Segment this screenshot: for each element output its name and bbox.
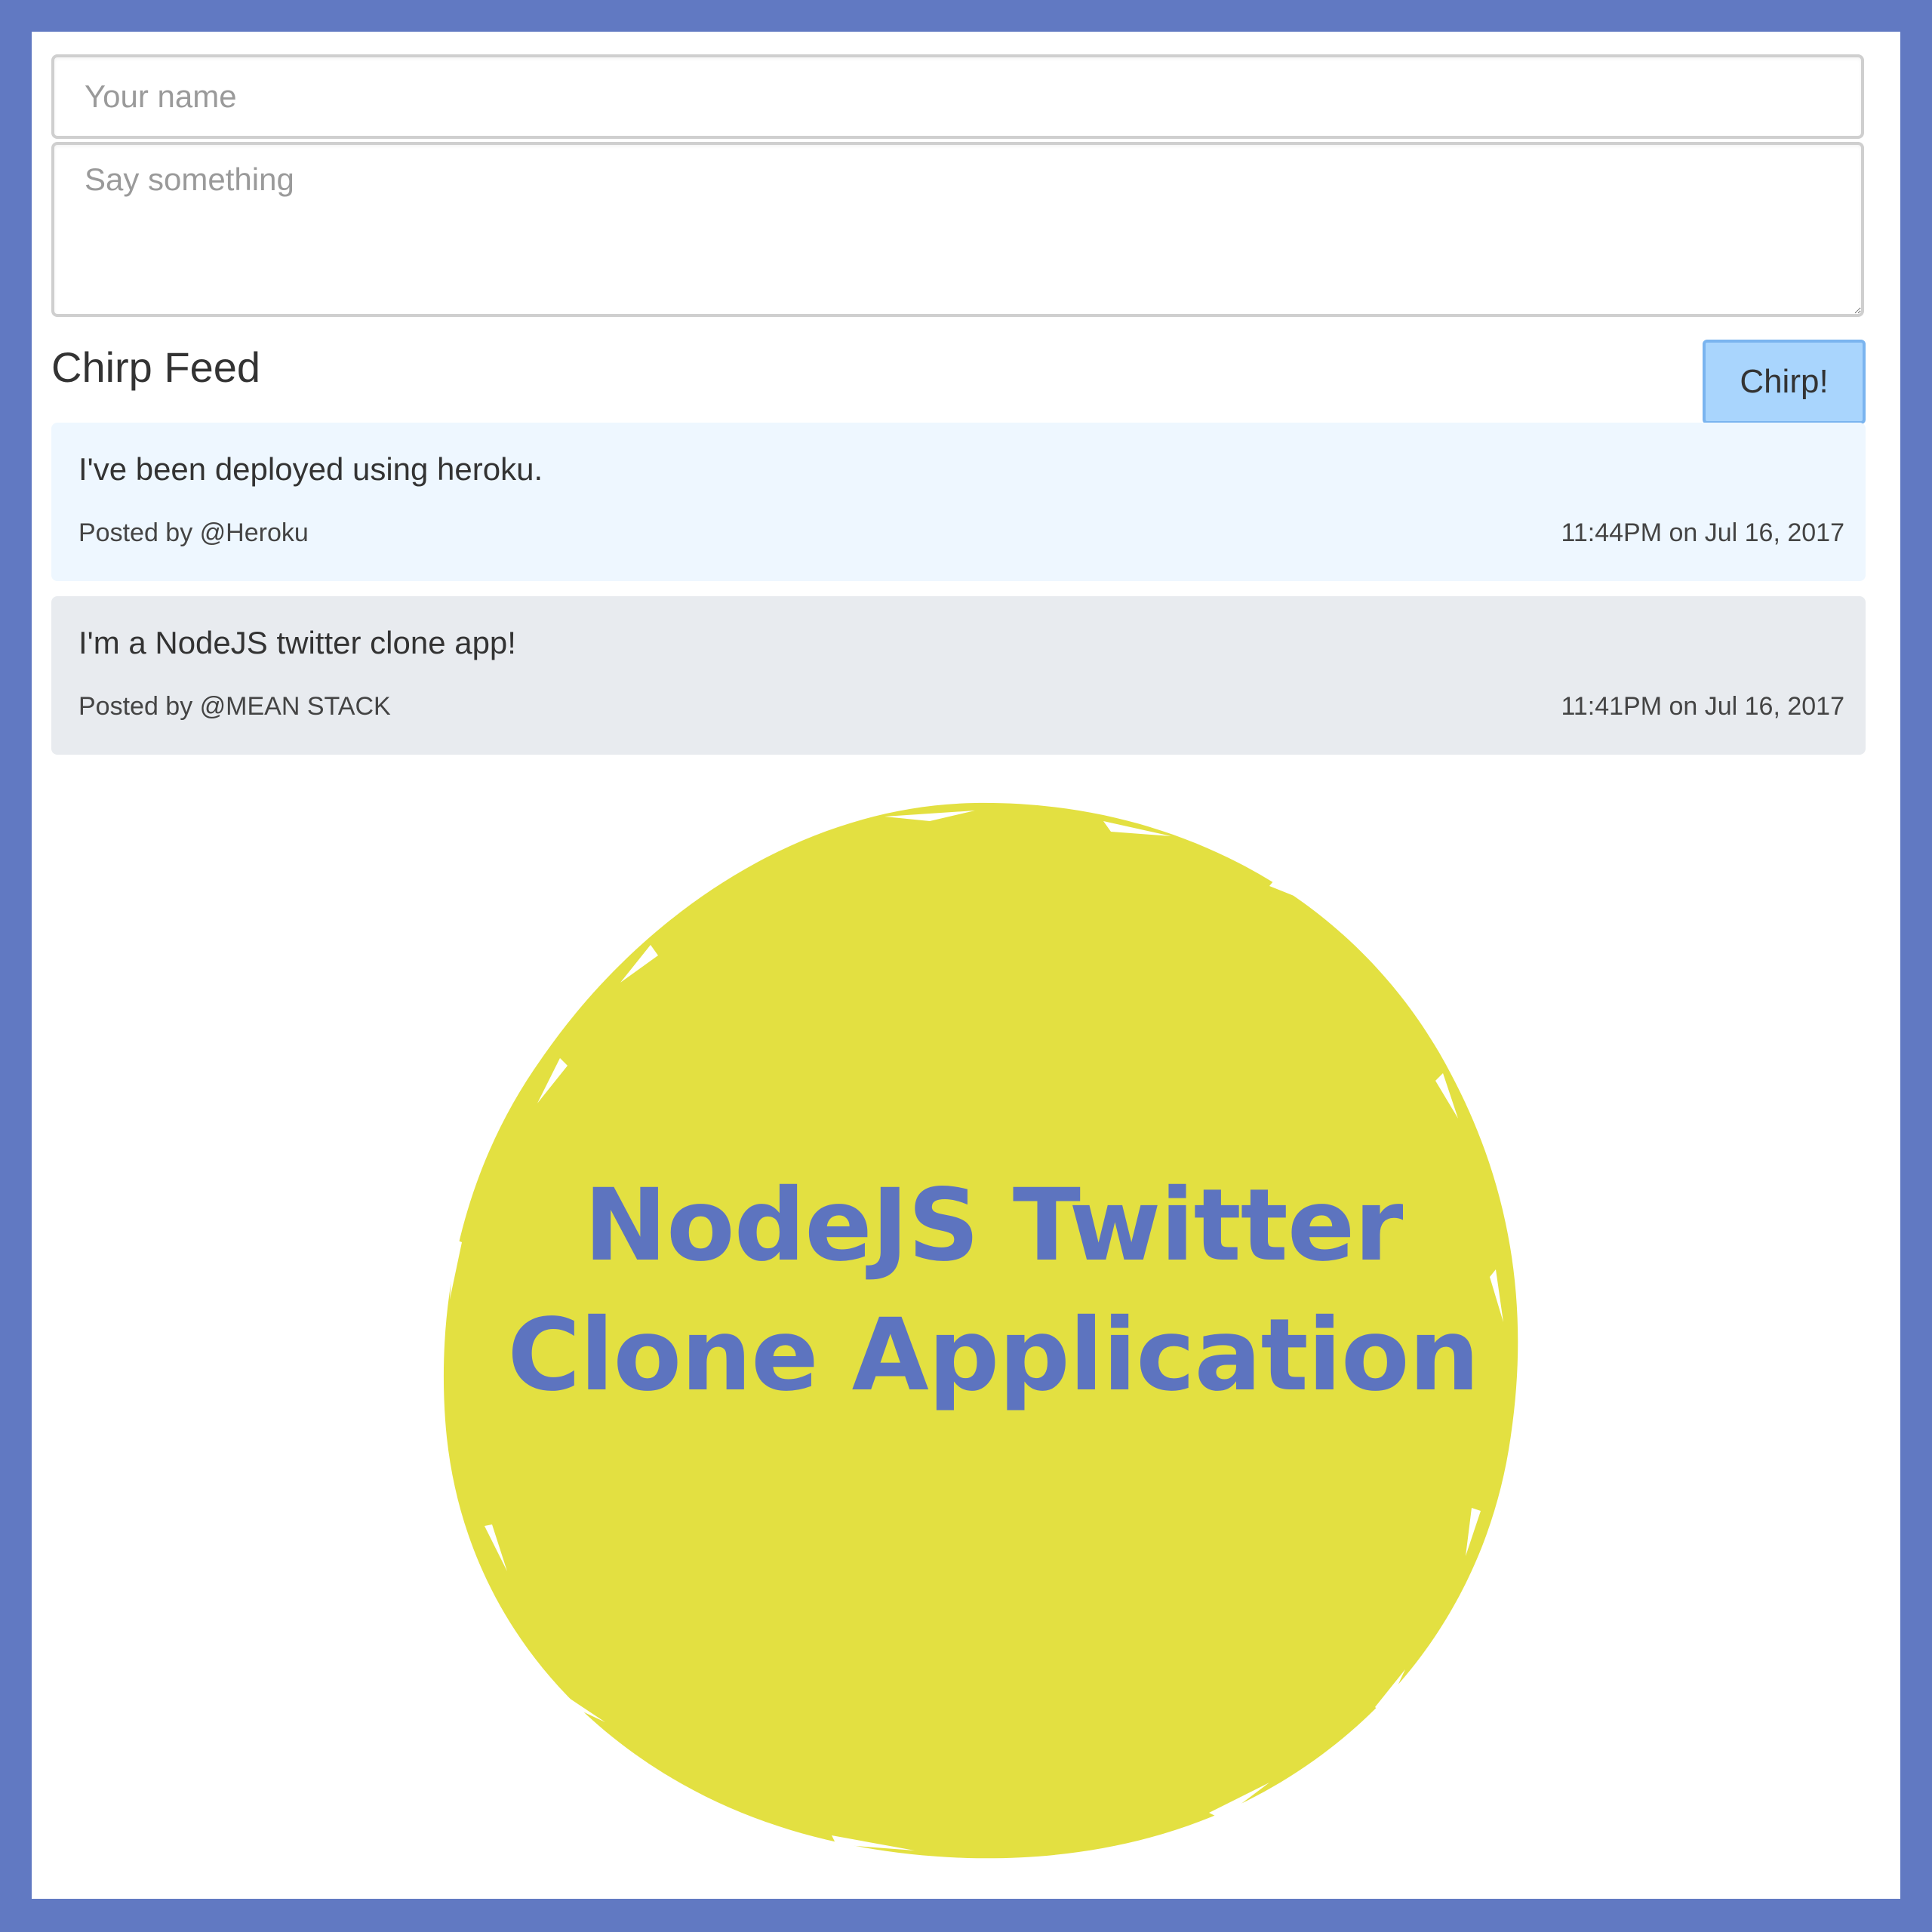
badge-title: NodeJS Twitter Clone Application: [465, 1161, 1521, 1420]
chirp-button[interactable]: Chirp!: [1703, 340, 1866, 424]
page-frame: Chirp Feed Chirp! I've been deployed usi…: [0, 0, 1932, 1932]
post-item: I'm a NodeJS twitter clone app! Posted b…: [51, 596, 1866, 755]
badge-title-line-1: NodeJS Twitter: [583, 1168, 1404, 1284]
post-author: Posted by @MEAN STACK: [78, 692, 391, 721]
badge-title-line-2: Clone Application: [507, 1297, 1479, 1414]
post-author: Posted by @Heroku: [78, 518, 309, 547]
post-text: I've been deployed using heroku.: [78, 451, 543, 487]
post-item: I've been deployed using heroku. Posted …: [51, 423, 1866, 581]
post-timestamp: 11:41PM on Jul 16, 2017: [1561, 692, 1844, 721]
post-timestamp: 11:44PM on Jul 16, 2017: [1561, 518, 1844, 547]
post-text: I'm a NodeJS twitter clone app!: [78, 625, 516, 660]
feed-title: Chirp Feed: [51, 343, 261, 391]
name-input[interactable]: [51, 54, 1864, 139]
app-canvas: Chirp Feed Chirp! I've been deployed usi…: [32, 32, 1900, 1899]
message-textarea[interactable]: [51, 142, 1864, 317]
